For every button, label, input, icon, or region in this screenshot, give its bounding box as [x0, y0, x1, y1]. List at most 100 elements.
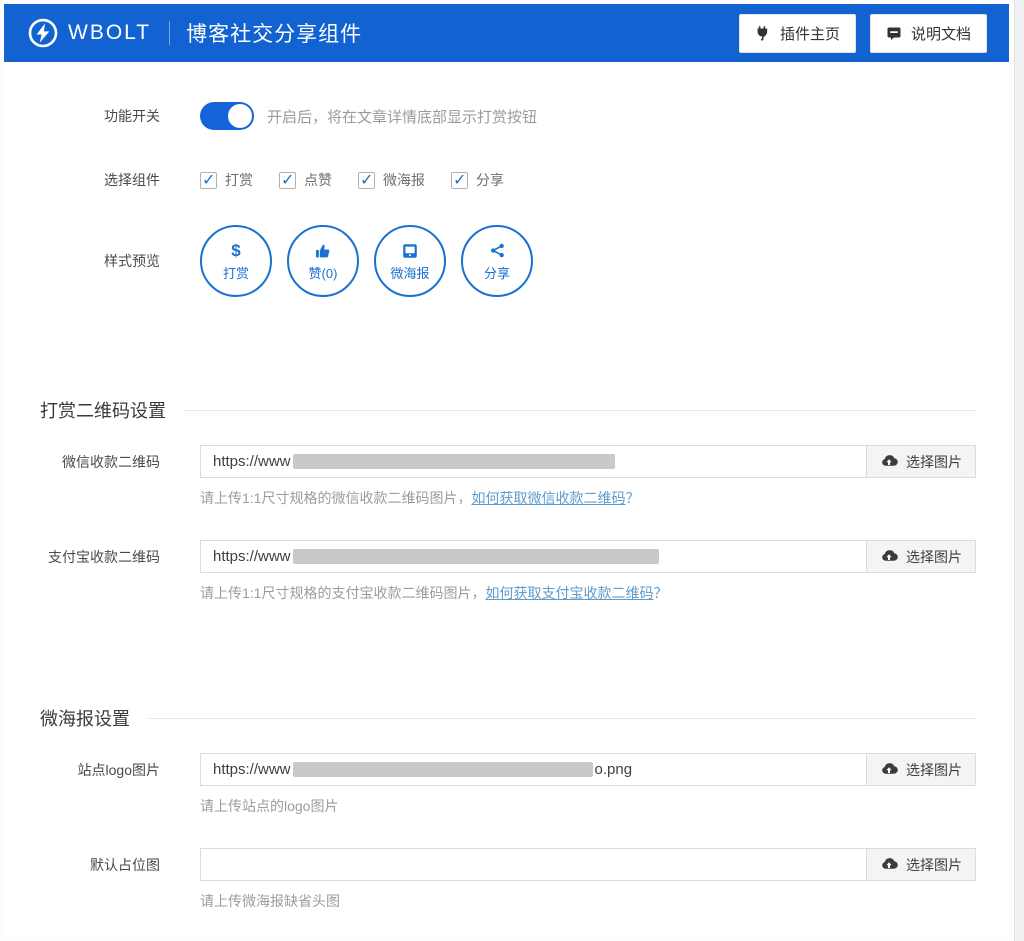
hint-text: 请上传微海报缺省头图: [200, 893, 340, 909]
placeholder-image-pick-image-button[interactable]: 选择图片: [866, 848, 976, 881]
power-switch-control: 开启后，将在文章详情底部显示打赏按钮: [200, 102, 976, 130]
plug-icon: [755, 25, 771, 41]
docs-label: 说明文档: [911, 23, 971, 44]
checkbox-fenxiang[interactable]: 分享: [451, 170, 504, 190]
checkbox-weihaibao[interactable]: 微海报: [358, 170, 425, 190]
wechat-qr-input-group: https://www 选择图片: [200, 445, 976, 478]
wechat-qr-help-link[interactable]: 如何获取微信收款二维码: [471, 490, 625, 506]
upload-cloud-icon: [880, 855, 898, 874]
checkbox-checked-icon: [358, 172, 375, 189]
alipay-qr-row: 支付宝收款二维码 https://www 选择图片: [4, 540, 976, 603]
site-logo-row: 站点logo图片 https://www o.png: [4, 753, 976, 816]
url-prefix: https://www: [213, 761, 291, 778]
section-divider-line: [184, 410, 976, 411]
share-icon: [489, 241, 506, 261]
wechat-qr-label: 微信收款二维码: [4, 452, 200, 472]
preview-reward-button[interactable]: $ 打赏: [200, 225, 272, 297]
redacted-url-block: [293, 454, 615, 469]
components-label: 选择组件: [4, 170, 200, 190]
alipay-qr-pick-image-button[interactable]: 选择图片: [866, 540, 976, 573]
brand: WBOLT: [28, 18, 151, 48]
pick-image-label: 选择图片: [906, 760, 962, 780]
section-title: 打赏二维码设置: [40, 397, 166, 423]
wechat-qr-row: 微信收款二维码 https://www 选择图片: [4, 445, 976, 508]
section-divider-line: [148, 718, 976, 719]
site-logo-pick-image-button[interactable]: 选择图片: [866, 753, 976, 786]
checkbox-dianzan[interactable]: 点赞: [279, 170, 332, 190]
upload-cloud-icon: [880, 547, 898, 566]
placeholder-image-hint: 请上传微海报缺省头图: [200, 891, 976, 911]
power-toggle[interactable]: [200, 102, 254, 130]
placeholder-image-row: 默认占位图 选择图片: [4, 848, 976, 911]
checkbox-label: 点赞: [304, 170, 332, 190]
hint-text: 请上传1:1尺寸规格的微信收款二维码图片，: [200, 490, 471, 506]
upload-cloud-icon: [880, 452, 898, 471]
hint-question-mark: ？: [625, 490, 639, 506]
upload-cloud-icon: [880, 760, 898, 779]
hint-text: 请上传站点的logo图片: [200, 798, 338, 814]
section-reward-qr: 打赏二维码设置: [40, 397, 976, 423]
power-switch-row: 功能开关 开启后，将在文章详情底部显示打赏按钮: [4, 102, 976, 130]
page-title: 博客社交分享组件: [186, 18, 362, 48]
preview-like-button[interactable]: 赞(0): [287, 225, 359, 297]
brand-name: WBOLT: [68, 21, 151, 45]
pick-image-label: 选择图片: [906, 855, 962, 875]
alipay-qr-url-input[interactable]: https://www: [200, 540, 866, 573]
scrollbar-track[interactable]: [1014, 0, 1024, 941]
placeholder-image-input-group: 选择图片: [200, 848, 976, 881]
poster-icon: [401, 241, 419, 261]
site-logo-label: 站点logo图片: [4, 760, 200, 780]
power-description: 开启后，将在文章详情底部显示打赏按钮: [267, 106, 537, 127]
header-bar: WBOLT 博客社交分享组件 插件主页: [4, 4, 1009, 62]
power-switch-label: 功能开关: [4, 106, 200, 126]
plugin-settings-page: WBOLT 博客社交分享组件 插件主页: [0, 0, 1024, 941]
checkbox-checked-icon: [279, 172, 296, 189]
redacted-url-block: [293, 549, 659, 564]
url-prefix: https://www: [213, 548, 291, 565]
settings-content: 功能开关 开启后，将在文章详情底部显示打赏按钮 选择组件 打赏: [4, 62, 1009, 941]
alipay-qr-hint: 请上传1:1尺寸规格的支付宝收款二维码图片，如何获取支付宝收款二维码？: [200, 583, 976, 603]
header-divider: [169, 21, 170, 45]
preview-button-label: 打赏: [223, 263, 249, 282]
style-preview-row: 样式预览 $ 打赏 赞(0): [4, 225, 976, 297]
dollar-icon: $: [231, 241, 240, 261]
wbolt-bolt-logo-icon: [28, 18, 58, 48]
preview-button-label: 分享: [484, 263, 510, 282]
placeholder-image-label: 默认占位图: [4, 855, 200, 875]
thumbs-up-icon: [314, 241, 332, 261]
checkbox-label: 打赏: [225, 170, 253, 190]
preview-poster-button[interactable]: 微海报: [374, 225, 446, 297]
url-suffix: o.png: [595, 761, 633, 778]
wechat-qr-hint: 请上传1:1尺寸规格的微信收款二维码图片，如何获取微信收款二维码？: [200, 488, 976, 508]
site-logo-url-input[interactable]: https://www o.png: [200, 753, 866, 786]
checkbox-label: 微海报: [383, 170, 425, 190]
doc-icon: [886, 25, 902, 41]
pick-image-label: 选择图片: [906, 452, 962, 472]
alipay-qr-help-link[interactable]: 如何获取支付宝收款二维码: [485, 585, 653, 601]
placeholder-image-url-input[interactable]: [200, 848, 866, 881]
alipay-qr-label: 支付宝收款二维码: [4, 547, 200, 567]
preview-button-label: 赞(0): [309, 263, 338, 282]
section-micro-poster: 微海报设置: [40, 705, 976, 731]
hint-text: 请上传1:1尺寸规格的支付宝收款二维码图片，: [200, 585, 485, 601]
alipay-qr-input-group: https://www 选择图片: [200, 540, 976, 573]
checkbox-checked-icon: [200, 172, 217, 189]
plugin-home-label: 插件主页: [780, 23, 840, 44]
section-spacer: [4, 635, 1009, 705]
redacted-url-block: [293, 762, 593, 777]
wechat-qr-pick-image-button[interactable]: 选择图片: [866, 445, 976, 478]
checkbox-dashang[interactable]: 打赏: [200, 170, 253, 190]
style-preview-label: 样式预览: [4, 225, 200, 271]
site-logo-hint: 请上传站点的logo图片: [200, 796, 976, 816]
components-row: 选择组件 打赏 点赞 微海报: [4, 170, 976, 190]
plugin-home-button[interactable]: 插件主页: [739, 14, 856, 53]
header-actions: 插件主页 说明文档: [739, 14, 987, 53]
wechat-qr-url-input[interactable]: https://www: [200, 445, 866, 478]
preview-share-button[interactable]: 分享: [461, 225, 533, 297]
docs-button[interactable]: 说明文档: [870, 14, 987, 53]
preview-button-label: 微海报: [390, 263, 429, 282]
hint-question-mark: ？: [653, 585, 667, 601]
site-logo-input-group: https://www o.png 选择图片: [200, 753, 976, 786]
section-title: 微海报设置: [40, 705, 130, 731]
checkbox-checked-icon: [451, 172, 468, 189]
